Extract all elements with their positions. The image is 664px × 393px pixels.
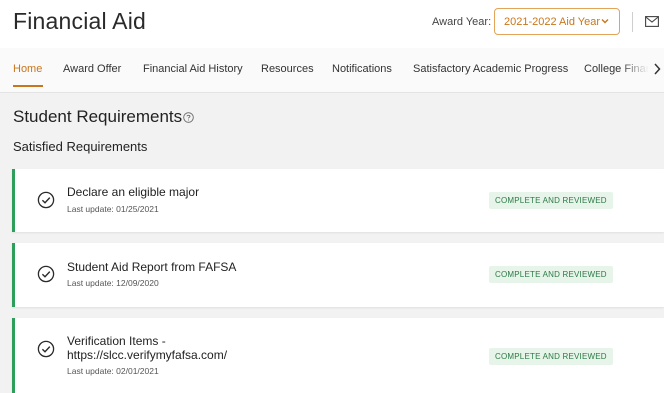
check-circle-icon xyxy=(37,265,55,283)
active-tab-indicator xyxy=(13,85,43,87)
check-circle-icon xyxy=(37,191,55,209)
help-circle-icon[interactable] xyxy=(183,112,194,123)
requirement-card: Student Aid Report from FAFSA Last updat… xyxy=(12,243,664,307)
requirement-name-line1: Verification Items - xyxy=(67,334,166,348)
app-header: Financial Aid Award Year: 2021-2022 Aid … xyxy=(0,0,664,48)
status-badge: COMPLETE AND REVIEWED xyxy=(489,192,613,209)
requirement-last-update: Last update: 12/09/2020 xyxy=(67,278,159,288)
requirement-card: Declare an eligible major Last update: 0… xyxy=(12,169,664,232)
tab-notifications[interactable]: Notifications xyxy=(332,63,392,75)
requirement-last-update: Last update: 02/01/2021 xyxy=(67,366,159,376)
requirement-name: Student Aid Report from FAFSA xyxy=(67,260,237,274)
requirement-link[interactable]: https://slcc.verifymyfafsa.com/ xyxy=(67,348,227,363)
chevron-down-icon xyxy=(601,19,609,24)
award-year-label: Award Year: xyxy=(432,16,492,28)
header-divider xyxy=(632,12,633,32)
chevron-right-icon[interactable] xyxy=(652,62,662,76)
award-year-value: 2021-2022 Aid Year xyxy=(504,15,601,28)
subsection-title: Satisfied Requirements xyxy=(13,139,148,154)
tab-financial-aid-history[interactable]: Financial Aid History xyxy=(143,63,243,75)
tab-satisfactory-academic-progress[interactable]: Satisfactory Academic Progress xyxy=(413,63,568,75)
tab-resources[interactable]: Resources xyxy=(261,63,314,75)
tab-fade xyxy=(620,56,656,86)
status-badge: COMPLETE AND REVIEWED xyxy=(489,348,613,365)
check-circle-icon xyxy=(37,340,55,358)
tab-home[interactable]: Home xyxy=(13,63,42,75)
award-year-select[interactable]: 2021-2022 Aid Year xyxy=(494,8,620,35)
status-badge: COMPLETE AND REVIEWED xyxy=(489,266,613,283)
page-title: Financial Aid xyxy=(13,8,147,34)
requirement-last-update: Last update: 01/25/2021 xyxy=(67,204,159,214)
section-title: Student Requirements xyxy=(13,107,183,126)
mail-icon[interactable] xyxy=(645,16,659,27)
tab-bar: Home Award Offer Financial Aid History R… xyxy=(0,48,664,93)
requirement-card: Verification Items - https://slcc.verify… xyxy=(12,318,664,393)
requirement-name: Declare an eligible major xyxy=(67,185,200,199)
tab-award-offer[interactable]: Award Offer xyxy=(63,63,121,75)
